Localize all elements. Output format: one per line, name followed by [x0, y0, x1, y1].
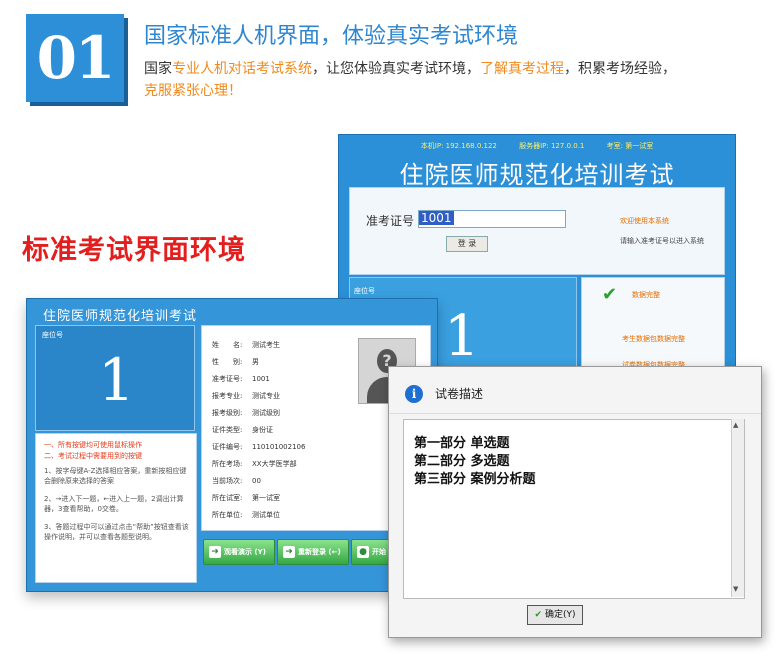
tips-heading: 一、所有按键均可使用鼠标操作 二、考试过程中需要用到的按键	[44, 441, 142, 460]
login-panel: 准考证号 1001 登 录 欢迎使用本系统 请输入准考证号以进入系统	[349, 187, 725, 275]
info-key: 所在试室:	[212, 494, 243, 502]
login-hint: 请输入准考证号以进入系统	[620, 237, 704, 245]
tip-item: 1、按字母键A-Z选择相应答案，重新按相应键会删除原来选择的答案	[44, 467, 187, 485]
desc-highlight: 了解真考过程	[480, 61, 564, 77]
info-value: 00	[252, 477, 261, 485]
info-row: 性 别: 男	[212, 357, 259, 367]
section-title: 国家标准人机界面，体验真实考试环境	[144, 24, 519, 49]
welcome-text: 欢迎使用本系统	[620, 217, 669, 225]
paper-section-line: 第一部分 单选题	[414, 436, 510, 451]
info-key: 证件编号:	[212, 443, 243, 451]
login-button[interactable]: 登 录	[446, 236, 488, 252]
seat-label: 座位号	[42, 331, 63, 339]
info-key: 所在考场:	[212, 460, 243, 468]
scroll-up-icon[interactable]: ▲	[733, 421, 738, 429]
ok-label: 确定(Y)	[544, 610, 576, 620]
info-key: 报考级别:	[212, 409, 243, 417]
paper-description-dialog: i 试卷描述 第一部分 单选题 第二部分 多选题 第三部分 案例分析题 ▲ ▼ …	[388, 366, 762, 638]
data-check-panel: ✔ 数据完整 考生数据包数据完整 试卷数据包数据完整	[581, 277, 725, 375]
info-value: XX大学医学部	[252, 460, 297, 468]
dialog-scrollbar[interactable]	[731, 419, 744, 597]
info-icon: i	[405, 385, 423, 403]
paper-section-line: 第二部分 多选题	[414, 454, 510, 469]
info-value: 第一试室	[252, 494, 280, 502]
arrow-right-icon: ➜	[209, 546, 221, 558]
info-row: 所在考场: XX大学医学部	[212, 459, 297, 469]
exam-room: 考室: 第一试室	[606, 142, 654, 150]
exam-no-input[interactable]: 1001	[418, 210, 566, 228]
server-ip: 服务器IP: 127.0.0.1	[519, 142, 585, 150]
button-label: 重新登录 (←)	[298, 548, 341, 556]
section-description: 国家专业人机对话考试系统，让您体验真实考试环境，了解真考过程，积累考场经验， 克服…	[144, 58, 744, 102]
data-check-line: 考生数据包数据完整	[622, 335, 685, 343]
info-value: 110101002106	[252, 443, 306, 451]
info-key: 报考专业:	[212, 392, 243, 400]
info-value: 测试级别	[252, 409, 280, 417]
data-complete-label: 数据完整	[632, 291, 660, 299]
desc-part: 国家	[144, 61, 172, 77]
info-row: 报考级别: 测试级别	[212, 408, 280, 418]
info-key: 证件类型:	[212, 426, 243, 434]
side-heading: 标准考试界面环境	[22, 235, 246, 266]
seat-number: 1	[444, 304, 480, 369]
check-icon: ✔	[602, 284, 618, 305]
paper-section-line: 第三部分 案例分析题	[414, 472, 536, 487]
ip-bar: 本机IP: 192.168.0.122 服务器IP: 127.0.0.1 考室:…	[339, 141, 735, 151]
info-row: 姓 名: 测试考生	[212, 340, 280, 350]
dialog-content: 第一部分 单选题 第二部分 多选题 第三部分 案例分析题	[403, 419, 745, 599]
check-icon: ✔	[534, 610, 543, 620]
seat-label: 座位号	[354, 287, 375, 295]
ok-button[interactable]: ✔ 确定(Y)	[527, 605, 583, 625]
arrow-right-icon: ➜	[283, 546, 295, 558]
info-key: 所在单位:	[212, 511, 243, 519]
login-title: 住院医师规范化培训考试	[399, 161, 675, 189]
tip-item: 2、→进入下一题，←进入上一题，2调出计算器，3查看帮助，0交卷。	[44, 495, 184, 513]
info-row: 准考证号: 1001	[212, 374, 270, 384]
button-label: 观看演示 (Y)	[224, 548, 266, 556]
info-value: 测试单位	[252, 511, 280, 519]
dialog-title: 试卷描述	[435, 387, 484, 401]
info-value: 身份证	[252, 426, 273, 434]
exam-no-label: 准考证号	[366, 214, 415, 228]
tip-item: 3、答题过程中可以通过点击“帮助”按钮查看该操作说明，并可以查看各题型说明。	[44, 523, 189, 541]
scroll-down-icon[interactable]: ▼	[733, 585, 738, 593]
info-row: 所在单位: 测试单位	[212, 510, 280, 520]
info-row: 报考专业: 测试专业	[212, 391, 280, 401]
exam-seat-panel: 座位号 1	[35, 325, 195, 431]
info-key: 性 别:	[212, 358, 243, 366]
operation-tips-panel: 一、所有按键均可使用鼠标操作 二、考试过程中需要用到的按键 1、按字母键A-Z选…	[35, 433, 197, 583]
button-label: 开始	[372, 548, 386, 556]
seat-number: 1	[98, 346, 135, 414]
dialog-divider	[389, 413, 761, 414]
desc-highlight: 专业人机对话考试系统	[172, 61, 312, 77]
info-value: 测试考生	[252, 341, 280, 349]
info-row: 证件编号: 110101002106	[212, 442, 305, 452]
desc-part: ，让您体验真实考试环境，	[312, 61, 480, 77]
desc-highlight: 克服紧张心理！	[144, 83, 242, 99]
watch-demo-button[interactable]: ➜ 观看演示 (Y)	[203, 539, 275, 565]
info-key: 准考证号:	[212, 375, 243, 383]
desc-part: ，积累考场经验，	[564, 61, 676, 77]
exam-window: 住院医师规范化培训考试 座位号 1 一、所有按键均可使用鼠标操作 二、考试过程中…	[26, 298, 438, 592]
info-row: 证件类型: 身份证	[212, 425, 273, 435]
info-value: 测试专业	[252, 392, 280, 400]
start-icon: ●	[357, 546, 369, 558]
info-value: 1001	[252, 375, 270, 383]
info-key: 姓 名:	[212, 341, 243, 349]
info-row: 所在试室: 第一试室	[212, 493, 280, 503]
info-key: 当前场次:	[212, 477, 243, 485]
exam-no-value: 1001	[419, 211, 454, 225]
info-row: 当前场次: 00	[212, 476, 261, 486]
section-number-badge: 01	[26, 14, 124, 102]
exam-title: 住院医师规范化培训考试	[43, 309, 198, 324]
relogin-button[interactable]: ➜ 重新登录 (←)	[277, 539, 349, 565]
local-ip: 本机IP: 192.168.0.122	[420, 142, 497, 150]
info-value: 男	[252, 358, 259, 366]
